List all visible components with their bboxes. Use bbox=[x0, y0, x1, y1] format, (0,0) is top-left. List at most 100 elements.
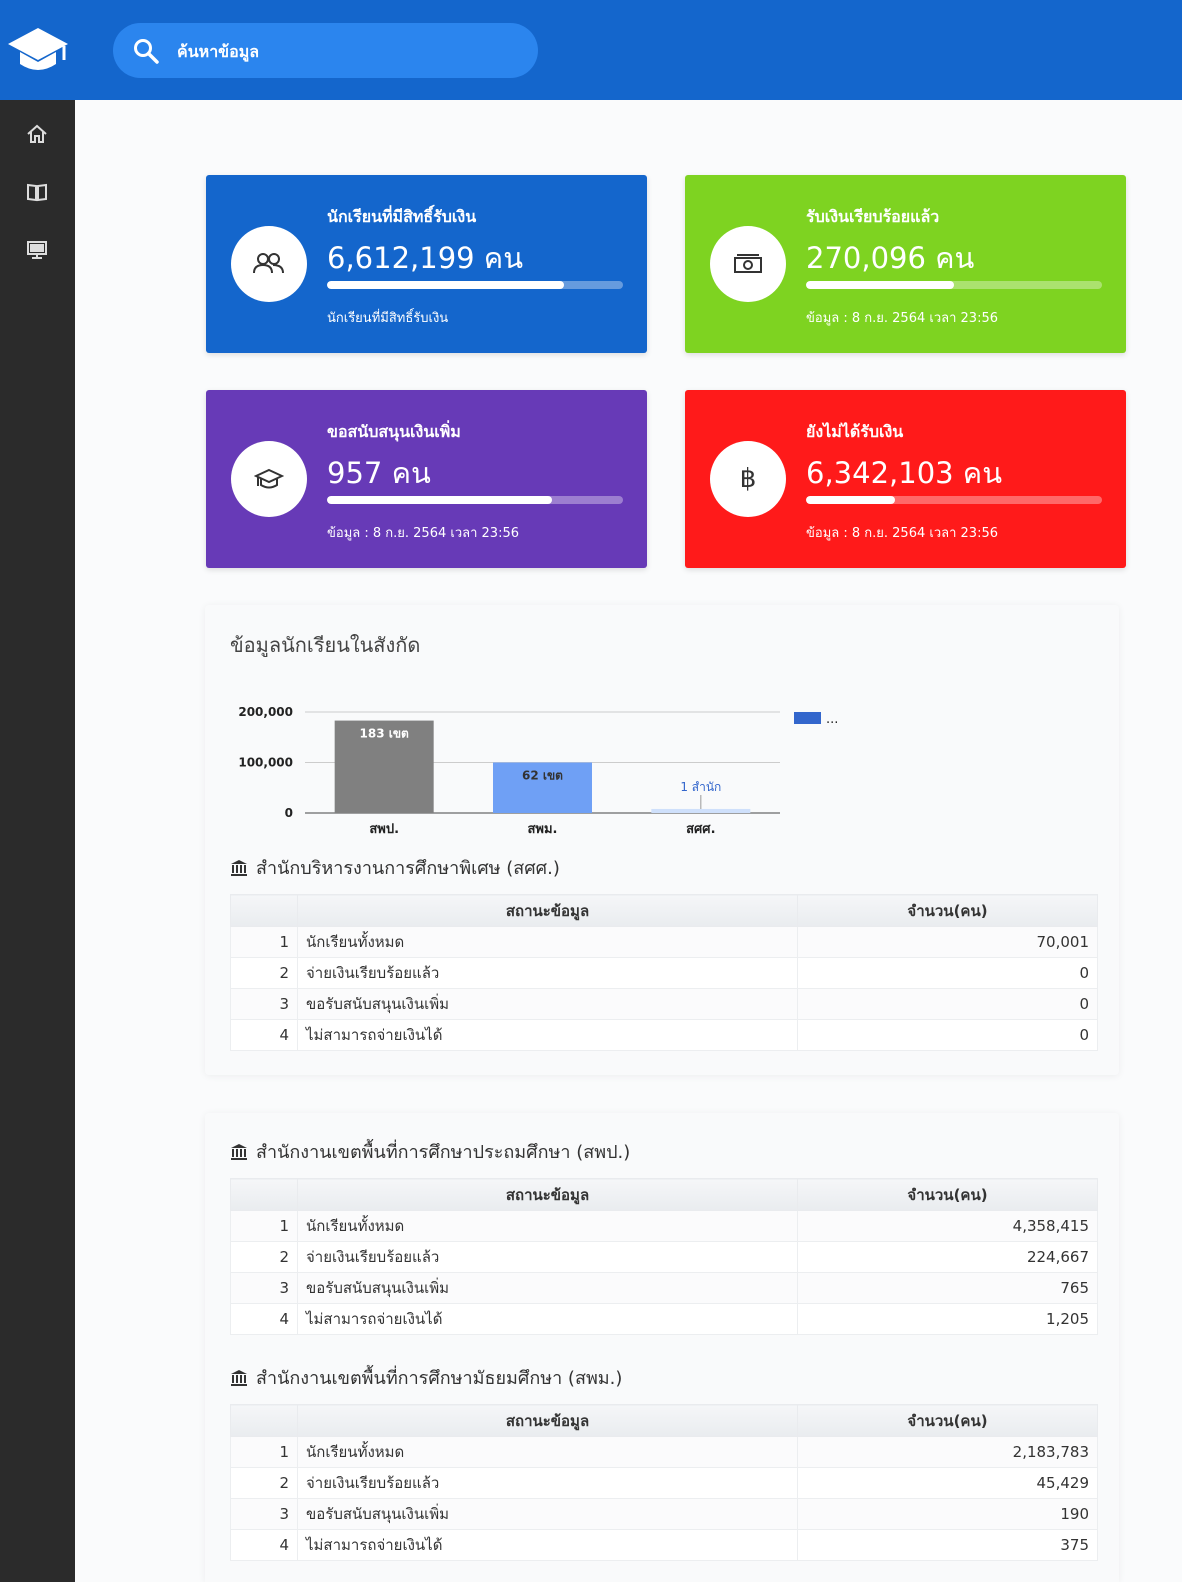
monitor-icon bbox=[27, 241, 47, 259]
header-no bbox=[230, 1404, 298, 1437]
money-icon bbox=[734, 254, 762, 273]
table-row: 2 จ่ายเงินเรียบร้อยแล้ว 45,429 bbox=[230, 1467, 1098, 1499]
building-icon bbox=[231, 859, 247, 876]
row-status: จ่ายเงินเรียบร้อยแล้ว bbox=[297, 957, 798, 989]
card-not-received: ฿ ยังไม่ได้รับเงิน 6,342,103 คน ข้อมูล :… bbox=[685, 390, 1126, 568]
row-status: นักเรียนทั้งหมด bbox=[297, 926, 798, 958]
row-count: 1,205 bbox=[797, 1303, 1098, 1335]
table-header-row: สถานะข้อมูล จำนวน(คน) bbox=[230, 894, 1098, 927]
row-no: 2 bbox=[230, 1467, 298, 1499]
card-title: รับเงินเรียบร้อยแล้ว bbox=[806, 207, 940, 226]
card-title: ยังไม่ได้รับเงิน bbox=[806, 422, 904, 441]
search-input[interactable] bbox=[177, 35, 517, 67]
row-count: 0 bbox=[797, 957, 1098, 989]
card-eligible-students: นักเรียนที่มีสิทธิ์รับเงิน 6,612,199 คน … bbox=[206, 175, 647, 353]
row-no: 2 bbox=[230, 957, 298, 989]
card-title: ขอสนับสนุนเงินเพิ่ม bbox=[327, 422, 461, 441]
row-status: ไม่สามารถจ่ายเงินได้ bbox=[297, 1529, 798, 1561]
row-count: 70,001 bbox=[797, 926, 1098, 958]
top-bar bbox=[0, 0, 1182, 100]
card-value: 957 คน bbox=[327, 456, 431, 490]
x-tick-label: สพป. bbox=[369, 822, 399, 837]
card-progress-bar bbox=[327, 496, 623, 504]
row-count: 0 bbox=[797, 988, 1098, 1020]
card-icon-circle: ฿ bbox=[710, 441, 786, 517]
header-status: สถานะข้อมูล bbox=[297, 894, 798, 927]
sidebar-item-home[interactable] bbox=[20, 117, 54, 151]
card-value: 6,342,103 คน bbox=[806, 456, 1003, 490]
card-progress-bar bbox=[806, 281, 1102, 289]
row-count: 4,358,415 bbox=[797, 1210, 1098, 1242]
table-row: 2 จ่ายเงินเรียบร้อยแล้ว 224,667 bbox=[230, 1241, 1098, 1273]
row-status: นักเรียนทั้งหมด bbox=[297, 1210, 798, 1242]
row-no: 1 bbox=[230, 1210, 298, 1242]
header-status: สถานะข้อมูล bbox=[297, 1404, 798, 1437]
data-table: สถานะข้อมูล จำนวน(คน) 1 นักเรียนทั้งหมด 70… bbox=[230, 894, 1098, 1051]
row-no: 4 bbox=[230, 1019, 298, 1051]
row-count: 0 bbox=[797, 1019, 1098, 1051]
data-table: สถานะข้อมูล จำนวน(คน) 1 นักเรียนทั้งหมด 4,… bbox=[230, 1178, 1098, 1335]
table-row: 4 ไม่สามารถจ่ายเงินได้ 375 bbox=[230, 1529, 1098, 1561]
x-tick-label: สศศ. bbox=[686, 822, 715, 837]
section-title-sss: สำนักบริหารงานการศึกษาพิเศษ (สศศ.) bbox=[230, 853, 560, 882]
x-tick-label: สพม. bbox=[527, 822, 557, 837]
row-no: 3 bbox=[230, 1272, 298, 1304]
card-icon-circle bbox=[710, 226, 786, 302]
row-status: นักเรียนทั้งหมด bbox=[297, 1436, 798, 1468]
row-count: 45,429 bbox=[797, 1467, 1098, 1499]
row-status: ไม่สามารถจ่ายเงินได้ bbox=[297, 1303, 798, 1335]
row-status: ไม่สามารถจ่ายเงินได้ bbox=[297, 1019, 798, 1051]
card-icon-circle bbox=[231, 441, 307, 517]
sidebar-item-book[interactable] bbox=[20, 175, 54, 209]
row-status: ขอรับสนับสนุนเงินเพิ่ม bbox=[297, 1272, 798, 1304]
table-row: 3 ขอรับสนับสนุนเงินเพิ่ม 765 bbox=[230, 1272, 1098, 1304]
row-no: 1 bbox=[230, 926, 298, 958]
table-header-row: สถานะข้อมูล จำนวน(คน) bbox=[230, 1404, 1098, 1437]
card-progress-bar bbox=[327, 281, 623, 289]
row-no: 2 bbox=[230, 1241, 298, 1273]
graduation-cap-logo-icon[interactable] bbox=[6, 26, 70, 76]
building-icon bbox=[231, 1143, 247, 1160]
row-count: 224,667 bbox=[797, 1241, 1098, 1273]
row-no: 3 bbox=[230, 988, 298, 1020]
card-value: 6,612,199 คน bbox=[327, 241, 524, 275]
table-row: 1 นักเรียนทั้งหมด 70,001 bbox=[230, 926, 1098, 958]
sidebar-item-monitor[interactable] bbox=[20, 233, 54, 267]
card-footer: ข้อมูล : 8 ก.ย. 2564 เวลา 23:56 bbox=[327, 526, 519, 541]
section-title-text: สำนักงานเขตพื้นที่การศึกษามัธยมศึกษา (สพ… bbox=[256, 1368, 623, 1389]
y-tick-label: 0 bbox=[285, 806, 293, 820]
search-icon[interactable] bbox=[133, 38, 159, 64]
header-status: สถานะข้อมูล bbox=[297, 1178, 798, 1211]
panel-title: ข้อมูลนักเรียนในสังกัด bbox=[230, 633, 421, 657]
row-no: 4 bbox=[230, 1303, 298, 1335]
row-no: 4 bbox=[230, 1529, 298, 1561]
section-title-text: สำนักงานเขตพื้นที่การศึกษาประถมศึกษา (สพ… bbox=[256, 1142, 631, 1163]
card-footer: นักเรียนที่มีสิทธิ์รับเงิน bbox=[327, 311, 449, 326]
sidebar bbox=[0, 100, 75, 1582]
legend-label: ... bbox=[826, 712, 838, 727]
section-title-text: สำนักบริหารงานการศึกษาพิเศษ (สศศ.) bbox=[256, 858, 560, 879]
table-row: 1 นักเรียนทั้งหมด 2,183,783 bbox=[230, 1436, 1098, 1468]
row-no: 3 bbox=[230, 1498, 298, 1530]
search-box bbox=[113, 23, 538, 78]
users-icon bbox=[253, 253, 284, 274]
row-status: จ่ายเงินเรียบร้อยแล้ว bbox=[297, 1467, 798, 1499]
table-row: 3 ขอรับสนับสนุนเงินเพิ่ม 190 bbox=[230, 1498, 1098, 1530]
card-footer: ข้อมูล : 8 ก.ย. 2564 เวลา 23:56 bbox=[806, 526, 998, 541]
table-row: 1 นักเรียนทั้งหมด 4,358,415 bbox=[230, 1210, 1098, 1242]
table-row: 4 ไม่สามารถจ่ายเงินได้ 1,205 bbox=[230, 1303, 1098, 1335]
card-progress-bar bbox=[806, 496, 1102, 504]
table-header-row: สถานะข้อมูล จำนวน(คน) bbox=[230, 1178, 1098, 1211]
data-label: 1 สำนัก bbox=[680, 780, 721, 794]
data-label: 183 เขต bbox=[360, 727, 410, 741]
book-icon bbox=[27, 183, 47, 202]
data-table: สถานะข้อมูล จำนวน(คน) 1 นักเรียนทั้งหมด 2,… bbox=[230, 1404, 1098, 1561]
y-tick-label: 200,000 bbox=[238, 705, 293, 719]
row-count: 765 bbox=[797, 1272, 1098, 1304]
card-extra-support: ขอสนับสนุนเงินเพิ่ม 957 คน ข้อมูล : 8 ก.… bbox=[206, 390, 647, 568]
card-paid-students: รับเงินเรียบร้อยแล้ว 270,096 คน ข้อมูล :… bbox=[685, 175, 1126, 353]
header-no bbox=[230, 894, 298, 927]
data-label: 62 เขต bbox=[522, 769, 563, 783]
bar bbox=[651, 808, 751, 813]
districts-panel: สำนักงานเขตพื้นที่การศึกษาประถมศึกษา (สพ… bbox=[205, 1113, 1119, 1582]
